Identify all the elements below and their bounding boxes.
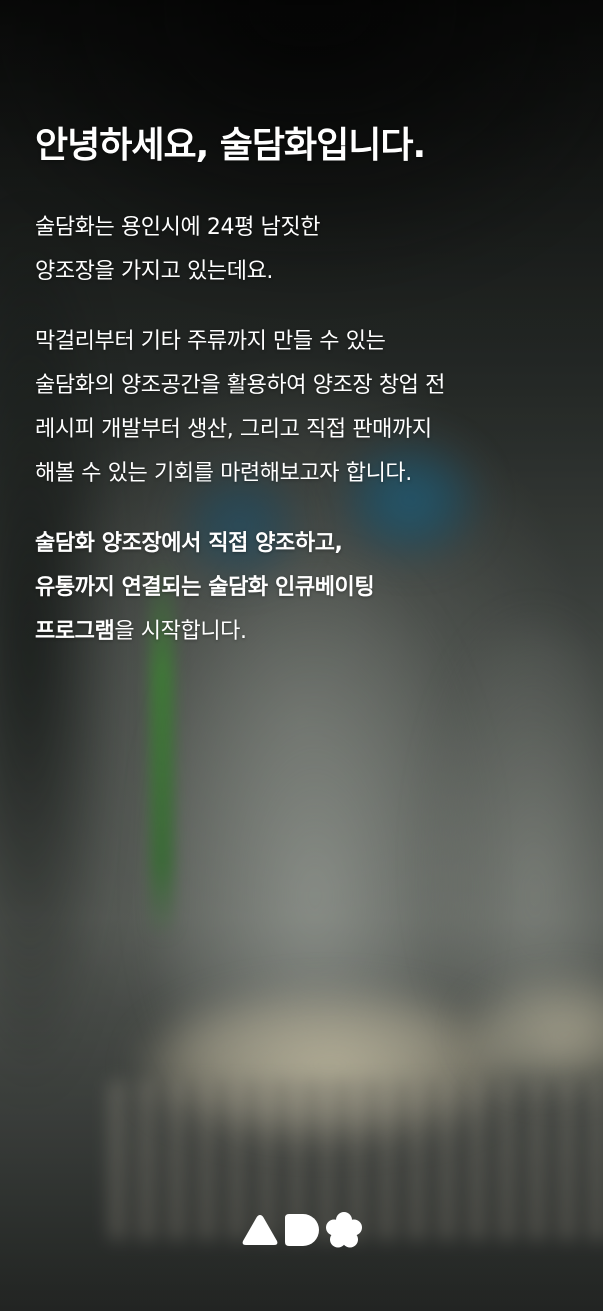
text-line: 레시피 개발부터 생산, 그리고 직접 판매까지 xyxy=(35,417,432,442)
program-emphasis: 프로그램 xyxy=(35,619,115,644)
text-line-bold: 유통까지 연결되는 술담화 인큐베이팅 xyxy=(35,575,375,600)
text-line: 양조장을 가지고 있는데요. xyxy=(35,259,274,284)
intro-paragraph-3: 술담화 양조장에서 직접 양조하고, 유통까지 연결되는 술담화 인큐베이팅 프… xyxy=(35,522,575,654)
speech-bubble-icon xyxy=(283,1212,321,1248)
intro-paragraph-1: 술담화는 용인시에 24평 남짓한 양조장을 가지고 있는데요. xyxy=(35,206,575,294)
page-title: 안녕하세요, 술담화입니다. xyxy=(35,125,426,166)
intro-section: 안녕하세요, 술담화입니다. 술담화는 용인시에 24평 남짓한 양조장을 가지… xyxy=(35,118,575,680)
program-rest: 을 시작합니다. xyxy=(114,619,247,644)
text-line: 해볼 수 있는 기회를 마련해보고자 합니다. xyxy=(35,461,412,486)
text-line: 술담화는 용인시에 24평 남짓한 xyxy=(35,215,321,240)
text-line: 술담화의 양조공간을 활용하여 양조장 창업 전 xyxy=(35,373,445,398)
brand-logo xyxy=(241,1210,363,1250)
flower-icon xyxy=(325,1211,363,1249)
text-line: 막걸리부터 기타 주류까지 만들 수 있는 xyxy=(35,329,386,354)
intro-paragraph-2: 막걸리부터 기타 주류까지 만들 수 있는 술담화의 양조공간을 활용하여 양조… xyxy=(35,320,575,496)
text-line-mixed: 프로그램을 시작합니다. xyxy=(35,610,575,654)
triangle-icon xyxy=(241,1213,279,1247)
text-line-bold: 술담화 양조장에서 직접 양조하고, xyxy=(35,531,343,556)
